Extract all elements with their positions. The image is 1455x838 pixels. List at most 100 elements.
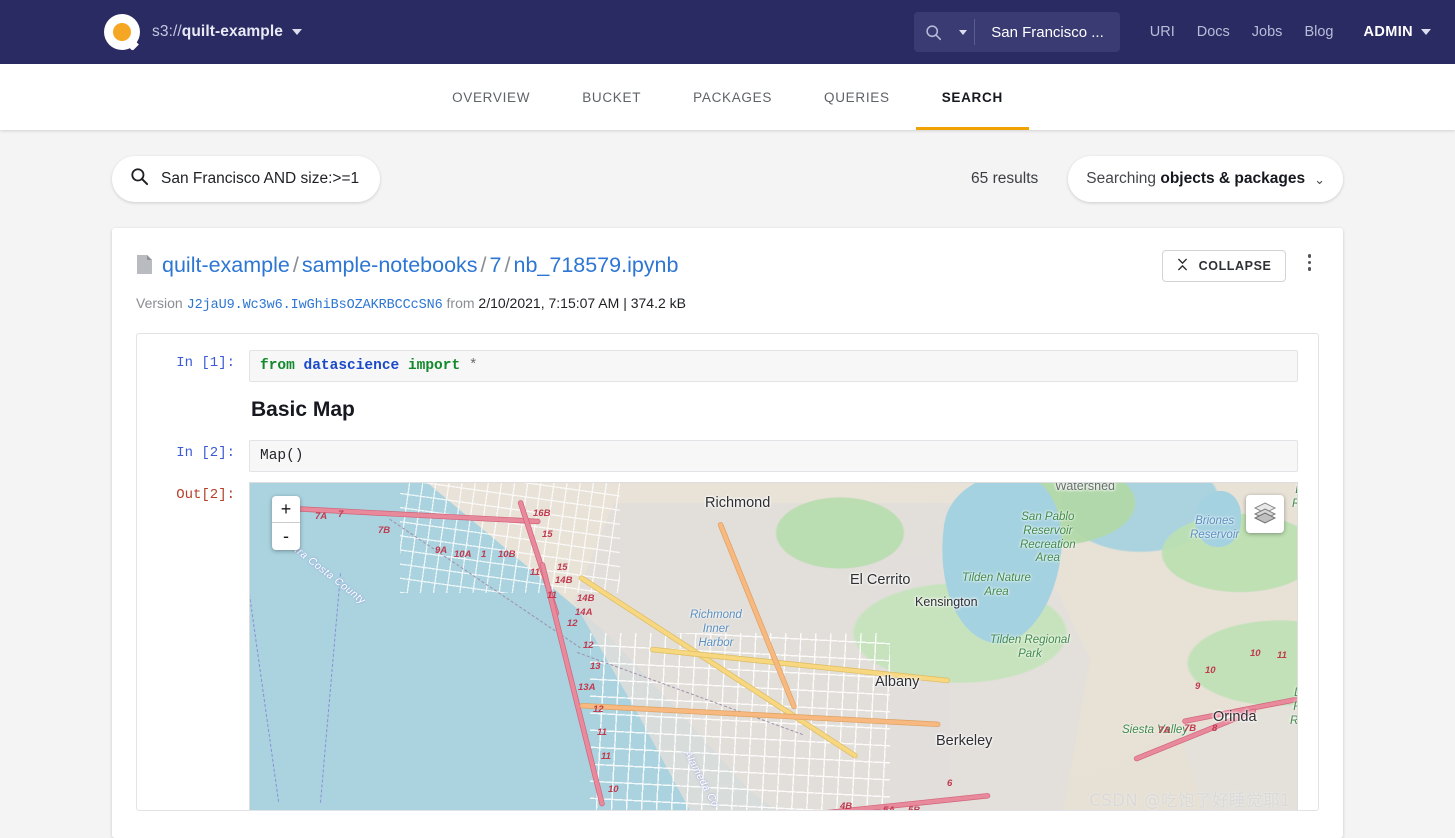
search-scope-chevron-down-icon[interactable] [952, 30, 974, 35]
cell-source-1[interactable]: from datascience import * [249, 350, 1298, 382]
search-icon [130, 167, 149, 191]
header-search-input[interactable]: San Francisco ... [975, 24, 1120, 41]
token-keyword-from: from [260, 358, 295, 374]
app-header: s3://quilt-example San Francisco ... URI… [0, 0, 1455, 64]
breadcrumb-link-subfolder[interactable]: 7 [490, 253, 502, 277]
search-icon [914, 24, 952, 41]
cell-prompt-in-2: In [2]: [157, 440, 249, 461]
map-route-shield: 5A [883, 805, 895, 811]
nav-link-blog[interactable]: Blog [1304, 24, 1333, 40]
tab-overview[interactable]: OVERVIEW [426, 64, 556, 130]
map-route-shield: 7 [338, 509, 343, 520]
page-content: San Francisco AND size:>=1 65 results Se… [0, 130, 1455, 838]
cell-source-2[interactable]: Map() [249, 440, 1298, 472]
nav-link-uri[interactable]: URI [1150, 24, 1175, 40]
search-input-wrapper[interactable]: San Francisco AND size:>=1 [112, 156, 380, 202]
version-timestamp: 2/10/2021, 7:15:07 AM [478, 295, 619, 311]
map-route-shield: 4B [840, 801, 852, 811]
tab-packages[interactable]: PACKAGES [667, 64, 798, 130]
cell-prompt-out-2: Out[2]: [157, 482, 249, 503]
breadcrumb-sep: / [505, 253, 511, 277]
breadcrumb-sep: / [481, 253, 487, 277]
version-divider: | [623, 295, 627, 311]
search-mode-value: objects & packages [1160, 170, 1305, 187]
search-input[interactable]: San Francisco AND size:>=1 [161, 170, 359, 188]
tab-search[interactable]: SEARCH [916, 64, 1029, 130]
admin-menu[interactable]: ADMIN [1363, 24, 1431, 40]
result-header: quilt-example/sample-notebooks/7/nb_7185… [136, 250, 1319, 282]
map-route-shield: 14B [577, 593, 594, 604]
map-route-shield: 11 [597, 727, 607, 738]
version-hash[interactable]: J2jaU9.Wc3w6.IwGhiBsOZAKRBCCcSN6 [187, 298, 443, 313]
map-layers-button[interactable] [1246, 495, 1284, 533]
leaflet-map[interactable]: Richmond El Cerrito Kensington Albany Be… [249, 482, 1298, 811]
nav-link-jobs[interactable]: Jobs [1252, 24, 1283, 40]
collapse-button[interactable]: COLLAPSE [1162, 250, 1286, 282]
search-result-card: quilt-example/sample-notebooks/7/nb_7185… [112, 228, 1343, 838]
collapse-vertical-icon [1176, 258, 1189, 274]
token-module-datascience: datascience [304, 358, 400, 374]
map-route-shield: 15 [557, 562, 568, 573]
breadcrumb-link-bucket[interactable]: quilt-example [162, 253, 290, 277]
map-zoom-controls[interactable]: + - [272, 496, 300, 550]
map-route-shield: 12 [567, 618, 578, 629]
token-keyword-import: import [408, 358, 460, 374]
map-route-shield: 10B [498, 549, 515, 560]
token-operator-star: * [469, 358, 478, 374]
map-route-shield: 15 [542, 529, 553, 540]
zoom-in-button[interactable]: + [272, 496, 300, 523]
map-route-shield: 7A [315, 511, 327, 522]
section-tabs: OVERVIEW BUCKET PACKAGES QUERIES SEARCH [0, 64, 1455, 130]
kebab-menu-icon[interactable] [1300, 250, 1320, 275]
map-route-shield: 10A [454, 549, 471, 560]
breadcrumb-link-folder[interactable]: sample-notebooks [302, 253, 478, 277]
version-size: 374.2 kB [631, 295, 686, 311]
header-nav: URI Docs Jobs Blog [1150, 24, 1334, 40]
tab-bucket[interactable]: BUCKET [556, 64, 667, 130]
map-route-shield: 11 [547, 590, 557, 601]
search-mode-prefix: Searching [1086, 170, 1160, 187]
map-route-shield: 10 [1250, 648, 1261, 659]
notebook-preview: In [1]: from datascience import * Basic … [136, 333, 1319, 811]
map-route-shield: 11 [601, 751, 611, 762]
map-boundary-dash [320, 573, 341, 802]
map-route-shield: 9A [435, 545, 447, 556]
notebook-cell-code-2: In [2]: Map() [157, 440, 1298, 472]
tab-queries[interactable]: QUERIES [798, 64, 916, 130]
search-mode-label: Searching objects & packages [1086, 170, 1305, 188]
notebook-cell-output: Out[2]: [157, 482, 1298, 811]
breadcrumb: quilt-example/sample-notebooks/7/nb_7185… [136, 250, 1162, 280]
map-boundary-dash [249, 544, 279, 802]
search-toolbar: San Francisco AND size:>=1 65 results Se… [112, 156, 1343, 202]
header-search[interactable]: San Francisco ... [914, 12, 1120, 52]
map-route-shield: 7B [1184, 723, 1196, 734]
map-tiles[interactable]: Richmond El Cerrito Kensington Albany Be… [250, 483, 1297, 811]
breadcrumb-sep: / [293, 253, 299, 277]
map-route-shield: 14A [575, 607, 592, 618]
kebab-dot [1308, 261, 1312, 265]
zoom-out-button[interactable]: - [272, 523, 300, 550]
bucket-label: quilt-example [182, 23, 283, 40]
chevron-down-icon [1421, 29, 1431, 35]
bucket-scheme: s3:// [152, 23, 182, 40]
bucket-selector[interactable]: s3://quilt-example [152, 23, 302, 41]
map-route-shield: 12 [593, 704, 604, 715]
map-route-shield: 13A [578, 682, 595, 693]
map-route-shield: 9 [1195, 681, 1200, 692]
map-briones-reservoir [1195, 491, 1241, 547]
collapse-button-label: COLLAPSE [1199, 259, 1272, 273]
document-icon [136, 254, 153, 280]
chevron-glyph [959, 30, 967, 35]
map-route-shield: 1 [481, 549, 486, 560]
version-line: Version J2jaU9.Wc3w6.IwGhiBsOZAKRBCCcSN6… [136, 295, 1319, 313]
breadcrumb-link-file[interactable]: nb_718579.ipynb [513, 253, 678, 277]
map-route-shield: 7B [378, 525, 390, 536]
kebab-dot [1308, 267, 1312, 271]
search-mode-select[interactable]: Searching objects & packages ⌄ [1068, 156, 1343, 202]
breadcrumb-path: quilt-example/sample-notebooks/7/nb_7185… [162, 253, 678, 278]
notebook-cell-code: In [1]: from datascience import * [157, 350, 1298, 382]
map-route-shield: 11 [1277, 650, 1287, 661]
kebab-dot [1308, 254, 1312, 258]
nav-link-docs[interactable]: Docs [1197, 24, 1230, 40]
chevron-down-icon [292, 29, 302, 35]
